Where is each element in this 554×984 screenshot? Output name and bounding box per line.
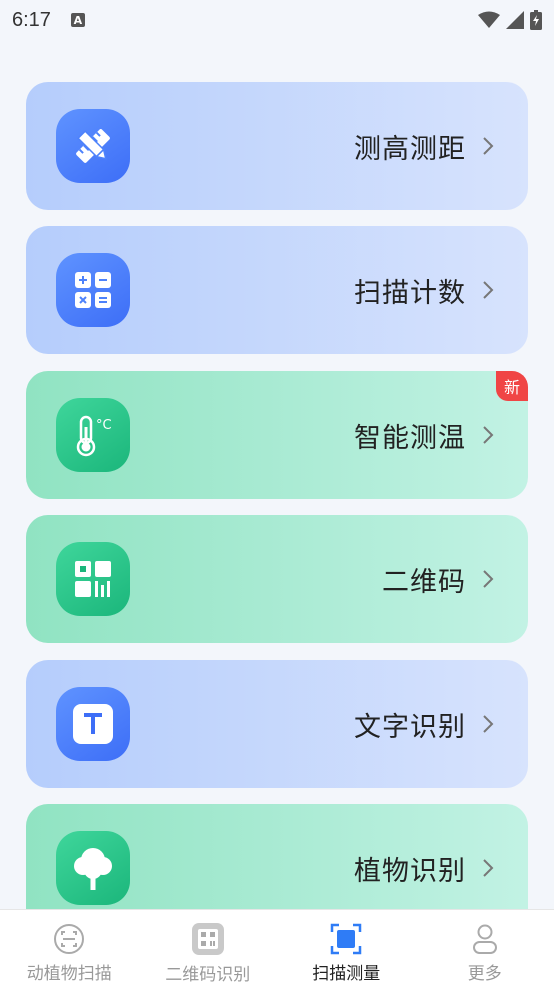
tree-icon	[74, 848, 112, 890]
card-icon-tile: °C	[56, 398, 130, 472]
card-label: 二维码	[382, 566, 466, 598]
battery-icon	[530, 10, 542, 30]
card-measure-height-distance[interactable]: 测高测距	[26, 82, 528, 210]
nav-item-animal-plant-scan[interactable]: 动植物扫描	[0, 910, 139, 984]
nav-label: 动植物扫描	[26, 964, 112, 984]
svg-text:°C: °C	[96, 418, 112, 433]
card-text-recognition[interactable]: 文字识别	[26, 660, 528, 788]
nav-item-qr-recognition[interactable]: 二维码识别	[139, 910, 278, 984]
bottom-nav: 动植物扫描 二维码识别 扫描测量 更多	[0, 909, 554, 984]
new-badge: 新	[496, 371, 528, 401]
card-icon-tile	[56, 253, 130, 327]
signal-icon	[506, 11, 524, 29]
calculator-icon	[75, 272, 111, 308]
qr-code-icon	[75, 561, 111, 597]
user-icon	[468, 922, 502, 955]
card-icon-tile	[56, 831, 130, 905]
chevron-right-icon	[478, 568, 498, 590]
chevron-right-icon	[478, 135, 498, 157]
chevron-right-icon	[478, 713, 498, 735]
scan-face-icon	[52, 922, 86, 955]
card-icon-tile	[56, 109, 130, 183]
notification-a-icon: A	[70, 13, 85, 27]
chevron-right-icon	[478, 279, 498, 301]
card-label: 植物识别	[354, 855, 466, 887]
qr-scan-icon	[191, 922, 225, 956]
status-time: 6:17	[12, 8, 51, 31]
card-label: 文字识别	[354, 711, 466, 743]
chevron-right-icon	[478, 857, 498, 879]
card-qr-code[interactable]: 二维码	[26, 515, 528, 643]
card-icon-tile	[56, 542, 130, 616]
card-icon-tile	[56, 687, 130, 761]
card-label: 测高测距	[354, 133, 466, 165]
card-scan-count[interactable]: 扫描计数	[26, 226, 528, 354]
nav-label: 扫描测量	[312, 964, 381, 984]
scan-square-icon	[329, 922, 363, 955]
nav-label: 二维码识别	[165, 965, 251, 984]
wifi-icon	[478, 11, 500, 28]
card-label: 智能测温	[354, 422, 466, 454]
thermometer-icon: °C	[76, 415, 112, 457]
card-label: 扫描计数	[354, 277, 466, 309]
text-t-icon	[73, 704, 113, 744]
nav-item-more[interactable]: 更多	[416, 910, 554, 984]
card-smart-temperature[interactable]: °C 智能测温 新	[26, 371, 528, 499]
status-bar: 6:17 A	[0, 0, 554, 40]
status-indicators	[478, 10, 542, 30]
nav-label: 更多	[467, 964, 502, 984]
chevron-right-icon	[478, 424, 498, 446]
nav-item-scan-measure[interactable]: 扫描测量	[277, 910, 416, 984]
ruler-pencil-icon	[76, 129, 110, 163]
